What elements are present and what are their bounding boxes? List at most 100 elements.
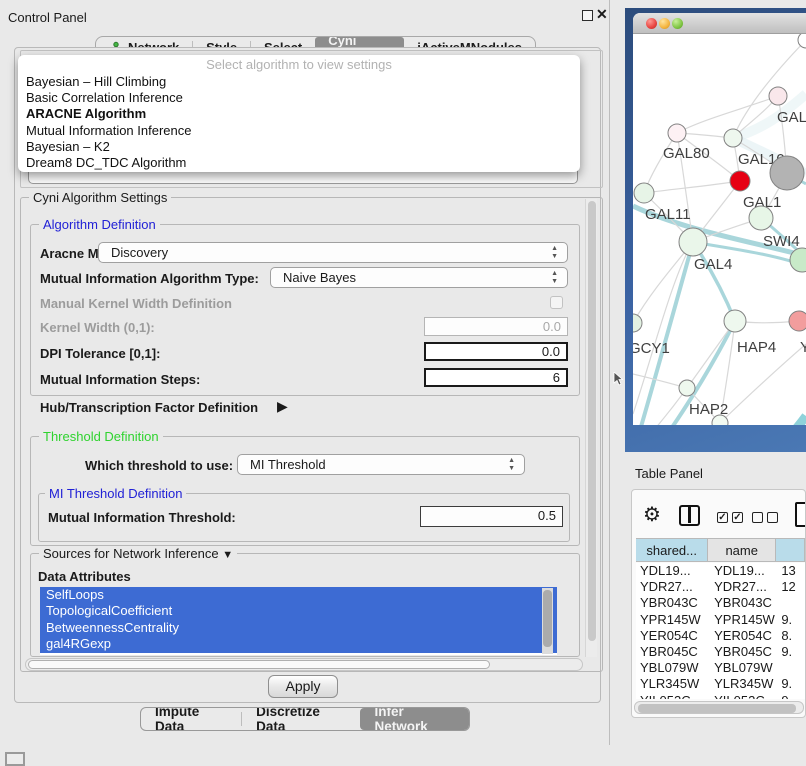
zoom-window-icon[interactable] xyxy=(672,18,683,29)
network-edge[interactable] xyxy=(758,416,806,425)
expand-arrow-icon[interactable]: ▶ xyxy=(277,398,288,415)
data-attribute-item[interactable]: gal4RGexp xyxy=(40,636,557,652)
table-horizontal-scrollbar-thumb[interactable] xyxy=(638,704,796,713)
mi-threshold-field[interactable]: 0.5 xyxy=(420,506,563,527)
kernel-width-label: Kernel Width (0,1): xyxy=(40,320,155,335)
table-row[interactable]: YBR043C YBR043C xyxy=(636,595,805,611)
data-attribute-item[interactable]: BetweennessCentrality xyxy=(40,620,557,636)
network-node-GAL10[interactable] xyxy=(724,129,742,147)
attributes-list-scrollbar[interactable] xyxy=(542,588,553,654)
stepper-arrows-icon: ▲▼ xyxy=(508,457,515,473)
network-node-unlabeled[interactable] xyxy=(770,156,804,190)
dropdown-item[interactable]: Basic Correlation Inference xyxy=(18,90,580,106)
settings-vertical-scrollbar-thumb[interactable] xyxy=(588,201,596,641)
table-row[interactable]: YBR045C YBR045C 9. xyxy=(636,644,805,660)
table-row[interactable]: YER054C YER054C 8. xyxy=(636,628,805,644)
network-node-YB[interactable] xyxy=(789,311,806,331)
data-attribute-item[interactable]: SelfLoops xyxy=(40,587,557,603)
network-edge[interactable] xyxy=(633,242,693,323)
mi-algorithm-type-select[interactable]: Naive Bayes ▲▼ xyxy=(270,267,568,288)
table-header-row: shared... name xyxy=(636,538,805,562)
table-panel-title: Table Panel xyxy=(635,466,703,481)
network-edge[interactable] xyxy=(633,242,693,425)
network-node-GAL2[interactable] xyxy=(769,87,787,105)
tab-impute-data[interactable]: Impute Data xyxy=(141,708,241,730)
table-row[interactable]: YDL19... YDL19... 13 xyxy=(636,563,805,579)
control-panel-title: Control Panel xyxy=(8,10,87,25)
gear-icon[interactable]: ⚙ xyxy=(643,502,661,527)
kernel-width-field: 0.0 xyxy=(424,317,568,336)
control-panel-window: Control Panel ✕ Network Style Select Cyn… xyxy=(0,0,610,745)
network-node-GCY1[interactable] xyxy=(633,314,642,332)
table-row[interactable]: YIL052C YIL052C 9 xyxy=(636,693,805,700)
which-threshold-label: Which threshold to use: xyxy=(85,458,233,473)
sources-group-title: Sources for Network Inference ▼ xyxy=(39,546,237,561)
table-row[interactable]: YDR27... YDR27... 12 xyxy=(636,579,805,595)
table-body: YDL19... YDL19... 13 YDR27... YDR27... 1… xyxy=(636,563,805,699)
dropdown-item-list: Bayesian – Hill Climbing Basic Correlati… xyxy=(18,74,580,171)
column-header-shared-name[interactable]: shared... xyxy=(636,539,708,561)
document-icon[interactable] xyxy=(795,502,806,527)
column-header-cut[interactable] xyxy=(776,539,805,561)
network-node-SWI4[interactable] xyxy=(749,206,773,230)
dropdown-item[interactable]: ARACNE Algorithm xyxy=(18,106,580,122)
network-node-label: GAL11 xyxy=(645,206,691,223)
network-node-label: GAL80 xyxy=(663,145,710,162)
algorithm-dropdown-popup: Select algorithm to view settings Bayesi… xyxy=(18,55,580,172)
network-node-label: HAP4 xyxy=(737,339,776,356)
collapse-arrow-icon[interactable]: ▼ xyxy=(222,549,233,561)
minimize-window-icon[interactable] xyxy=(659,18,670,29)
network-node-GAL11[interactable] xyxy=(634,183,654,203)
split-columns-icon[interactable] xyxy=(679,505,700,526)
settings-horizontal-scrollbar-thumb[interactable] xyxy=(28,660,490,669)
data-attributes-list: SelfLoops TopologicalCoefficient Between… xyxy=(40,587,557,655)
dropdown-placeholder: Select algorithm to view settings xyxy=(18,57,580,74)
close-window-icon[interactable] xyxy=(646,18,657,29)
dropdown-item[interactable]: Bayesian – K2 xyxy=(18,139,580,155)
tab-infer-network[interactable]: Infer Network xyxy=(360,708,469,730)
network-node-HAP2[interactable] xyxy=(679,380,695,396)
network-window-titlebar[interactable] xyxy=(633,13,806,34)
checked-checkbox-icon[interactable]: ✓ xyxy=(732,512,743,523)
unchecked-checkbox-icon[interactable] xyxy=(767,512,778,523)
tab-discretize-data[interactable]: Discretize Data xyxy=(242,708,360,730)
data-attribute-item[interactable]: TopologicalCoefficient xyxy=(40,603,557,619)
dpi-tolerance-field[interactable]: 0.0 xyxy=(424,342,568,361)
apply-button[interactable]: Apply xyxy=(268,675,338,698)
float-panel-icon[interactable] xyxy=(582,10,593,21)
column-header-name[interactable]: name xyxy=(708,539,776,561)
minimized-panel-icon[interactable] xyxy=(5,752,25,766)
manual-kernel-width-label: Manual Kernel Width Definition xyxy=(40,296,232,311)
table-row[interactable]: YLR345W YLR345W 9. xyxy=(636,676,805,692)
network-node-GAL4[interactable] xyxy=(679,228,707,256)
table-horizontal-scrollbar[interactable] xyxy=(634,701,804,714)
threshold-definition-title: Threshold Definition xyxy=(39,429,163,444)
aracne-mode-select[interactable]: Discovery ▲▼ xyxy=(98,242,568,263)
network-node-HAP4[interactable] xyxy=(724,310,746,332)
dropdown-item[interactable]: Bayesian – Hill Climbing xyxy=(18,74,580,90)
stepper-arrows-icon: ▲▼ xyxy=(551,270,558,286)
dropdown-item[interactable]: Dream8 DC_TDC Algorithm xyxy=(18,155,580,171)
mi-algorithm-type-label: Mutual Information Algorithm Type: xyxy=(40,271,259,286)
mi-steps-label: Mutual Information Steps: xyxy=(40,372,200,387)
attributes-list-scrollbar-thumb[interactable] xyxy=(543,590,552,647)
mi-threshold-label: Mutual Information Threshold: xyxy=(48,510,236,525)
table-row[interactable]: YBL079W YBL079W xyxy=(636,660,805,676)
network-graph-canvas[interactable]: GAL2GAL80GAL10GAL1GAL11SWI4GAL4GCY1HAP4Y… xyxy=(633,34,806,425)
close-icon[interactable]: ✕ xyxy=(596,6,608,23)
which-threshold-select[interactable]: MI Threshold ▲▼ xyxy=(237,454,525,475)
unchecked-checkbox-icon[interactable] xyxy=(752,512,763,523)
network-node-GAL1[interactable] xyxy=(730,171,750,191)
mi-steps-field[interactable]: 6 xyxy=(424,368,568,387)
dropdown-item[interactable]: Mutual Information Inference xyxy=(18,123,580,139)
network-node-unlabeled[interactable] xyxy=(798,34,806,48)
data-attributes-label: Data Attributes xyxy=(38,569,131,584)
settings-vertical-scrollbar[interactable] xyxy=(585,199,597,657)
settings-horizontal-scrollbar[interactable] xyxy=(25,658,583,671)
network-edge[interactable] xyxy=(644,181,740,193)
checked-checkbox-icon[interactable]: ✓ xyxy=(717,512,728,523)
table-row[interactable]: YPR145W YPR145W 9. xyxy=(636,612,805,628)
network-edge[interactable] xyxy=(687,321,735,388)
bottom-tabbar: Impute Data Discretize Data Infer Networ… xyxy=(140,707,470,731)
network-node-GAL80[interactable] xyxy=(668,124,686,142)
